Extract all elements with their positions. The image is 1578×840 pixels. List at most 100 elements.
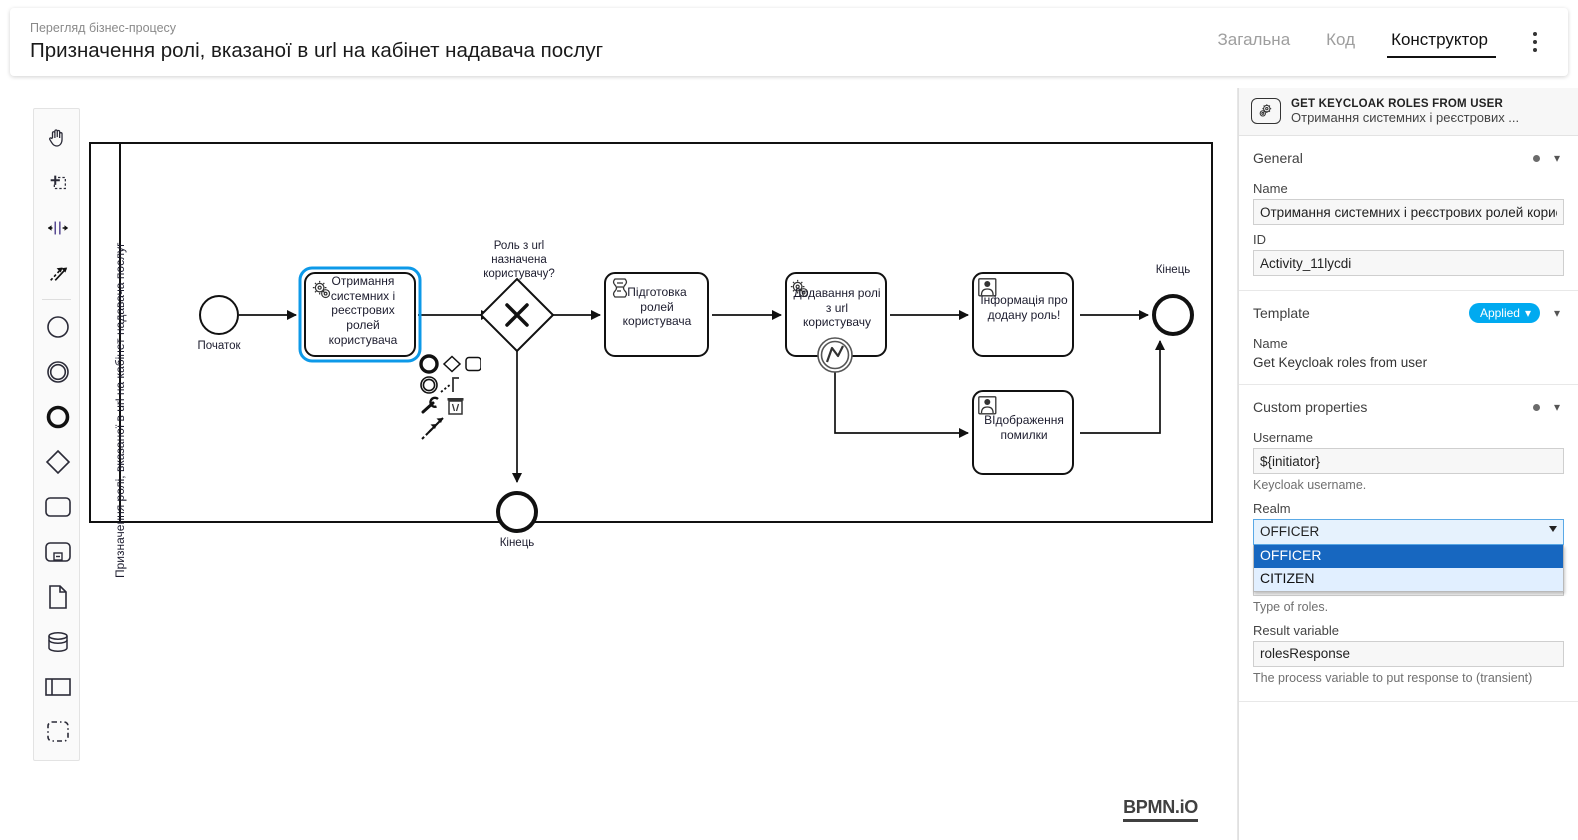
element-name-subtitle: Отримання системних і реєстрових ... (1291, 109, 1520, 125)
task-show-error-label: ВІдображення помилки (984, 413, 1064, 442)
app-header: Перегляд бізнес-процесу Призначення ролі… (10, 8, 1568, 76)
group-status-dot-icon (1533, 154, 1540, 162)
name-input[interactable] (1253, 199, 1564, 225)
delete-trash-icon (447, 398, 464, 415)
append-text-annotation-icon (440, 377, 459, 393)
boundary-error-event[interactable] (817, 337, 853, 373)
id-label: ID (1253, 232, 1266, 247)
template-applied-badge-label: Applied (1479, 306, 1520, 320)
kebab-menu-icon[interactable] (1520, 25, 1550, 59)
palette-divider (42, 299, 71, 300)
global-connect-tool-icon[interactable] (34, 250, 81, 295)
realm-dropdown-option-officer[interactable]: OFFICER (1254, 544, 1563, 568)
realm-dropdown-menu[interactable]: OFFICER CITIZEN (1253, 544, 1564, 592)
task-add-role-label: Додавання ролі з url користувачу (793, 286, 881, 330)
group-general: General ▾ Name ID (1239, 136, 1578, 291)
group-general-header[interactable]: General ▾ (1253, 142, 1564, 174)
field-result-variable: Result variable The process variable to … (1253, 623, 1564, 687)
field-name: Name (1253, 181, 1564, 225)
group-custom-properties-title: Custom properties (1253, 399, 1368, 415)
task-icon[interactable] (34, 484, 81, 529)
breadcrumb: Перегляд бізнес-процесу (30, 21, 177, 36)
realm-select-wrapper[interactable]: OFFICER OFFICER CITIZEN (1253, 518, 1564, 592)
template-type-title: GET KEYCLOAK ROLES FROM USER (1291, 97, 1503, 110)
template-applied-badge[interactable]: Applied ▾ (1468, 303, 1540, 323)
group-icon[interactable] (34, 709, 81, 754)
gateway-label: Роль з url назначена користувачу? (483, 240, 555, 281)
field-template-name: Name Get Keycloak roles from user (1253, 336, 1564, 370)
group-template-title: Template (1253, 305, 1310, 321)
group-custom-properties-header[interactable]: Custom properties ▾ (1253, 391, 1564, 423)
result-variable-hint: The process variable to put response to … (1253, 670, 1533, 685)
properties-panel-header-text: GET KEYCLOAK ROLES FROM USER Отримання с… (1291, 98, 1519, 125)
start-event-icon[interactable] (34, 304, 81, 349)
username-label: Username (1253, 430, 1313, 445)
context-pad[interactable] (419, 354, 482, 446)
field-username: Username Keycloak username. (1253, 430, 1564, 494)
end-event-icon[interactable] (34, 394, 81, 439)
bpmn-palette[interactable] (33, 108, 80, 761)
gateway-exclusive[interactable] (479, 277, 555, 353)
group-custom-properties: Custom properties ▾ Username Keycloak us… (1239, 385, 1578, 702)
intermediate-event-icon[interactable] (34, 349, 81, 394)
username-input[interactable] (1253, 448, 1564, 474)
bpmn-canvas[interactable]: Призначення ролі, вказаної в url на кабі… (0, 88, 1238, 840)
group-template: Template Applied ▾ ▾ Name Get Keycloak r… (1239, 291, 1578, 385)
chevron-down-icon[interactable]: ▾ (1550, 401, 1564, 413)
realm-select[interactable]: OFFICER (1253, 518, 1564, 545)
chevron-down-icon[interactable]: ▾ (1550, 152, 1564, 164)
change-type-wrench-icon (421, 396, 439, 414)
start-event-label: Початок (197, 340, 241, 352)
group-general-title: General (1253, 150, 1303, 166)
page-title: Призначення ролі, вказаної в url на кабі… (30, 39, 604, 63)
template-name-label: Name (1253, 336, 1288, 351)
start-event[interactable] (199, 295, 239, 335)
tab-konstruktor[interactable]: Конструктор (1373, 26, 1506, 58)
service-task-gear-icon (1251, 98, 1281, 124)
data-store-icon[interactable] (34, 619, 81, 664)
chevron-down-icon: ▾ (1524, 306, 1531, 320)
task-get-roles-label: Отримання системних і реєстрових ролей к… (328, 274, 398, 347)
role-type-hint: Type of roles. (1253, 599, 1329, 614)
template-name-value: Get Keycloak roles from user (1253, 355, 1428, 370)
result-variable-label: Result variable (1253, 622, 1339, 638)
tab-zagalna[interactable]: Загальна (1200, 26, 1309, 58)
task-prepare-roles-label: Підготовка ролей користувача (622, 285, 692, 329)
end-event-lower[interactable] (496, 491, 538, 533)
gateway-icon[interactable] (34, 439, 81, 484)
bpmn-diagram (89, 142, 1213, 533)
end-event-right[interactable] (1152, 294, 1194, 336)
name-label: Name (1253, 181, 1288, 196)
tab-kod[interactable]: Код (1308, 26, 1373, 58)
pool-label: Призначення ролі, вказаної в url на кабі… (113, 242, 127, 578)
subprocess-icon[interactable] (34, 529, 81, 574)
group-status-dot-icon (1533, 403, 1540, 411)
participant-icon[interactable] (34, 664, 81, 709)
properties-panel-header: GET KEYCLOAK ROLES FROM USER Отримання с… (1239, 88, 1578, 136)
header-title-block: Перегляд бізнес-процесу Призначення ролі… (30, 20, 603, 64)
append-intermediate-event-icon (420, 376, 438, 394)
end-event-right-label: Кінець (1155, 264, 1191, 276)
username-hint: Keycloak username. (1253, 478, 1367, 492)
group-template-header[interactable]: Template Applied ▾ ▾ (1253, 297, 1564, 329)
task-info-role-label: Інформація про додану роль! (980, 293, 1068, 322)
realm-label: Realm (1253, 500, 1291, 516)
lasso-tool-icon[interactable] (34, 160, 81, 205)
bpmn-io-watermark[interactable]: BPMN.iO (1123, 797, 1198, 822)
space-tool-icon[interactable] (34, 205, 81, 250)
chevron-down-icon[interactable]: ▾ (1550, 307, 1564, 319)
id-input[interactable] (1253, 250, 1564, 276)
realm-dropdown-option-citizen[interactable]: CITIZEN (1254, 568, 1563, 591)
hand-tool-icon[interactable] (34, 115, 81, 160)
data-object-icon[interactable] (34, 574, 81, 619)
append-end-event-icon (419, 354, 439, 374)
result-variable-input[interactable] (1253, 640, 1564, 667)
end-event-lower-label: Кінець (499, 537, 535, 549)
header-tabs: Загальна Код Конструктор (1200, 25, 1550, 59)
append-gateway-icon (442, 355, 462, 373)
field-realm: Realm OFFICER OFFICER CITIZEN (1253, 500, 1564, 592)
append-task-icon (465, 356, 482, 372)
connect-arrow-icon (421, 417, 444, 440)
app-root: Перегляд бізнес-процесу Призначення ролі… (0, 0, 1578, 840)
field-id: ID (1253, 232, 1564, 276)
